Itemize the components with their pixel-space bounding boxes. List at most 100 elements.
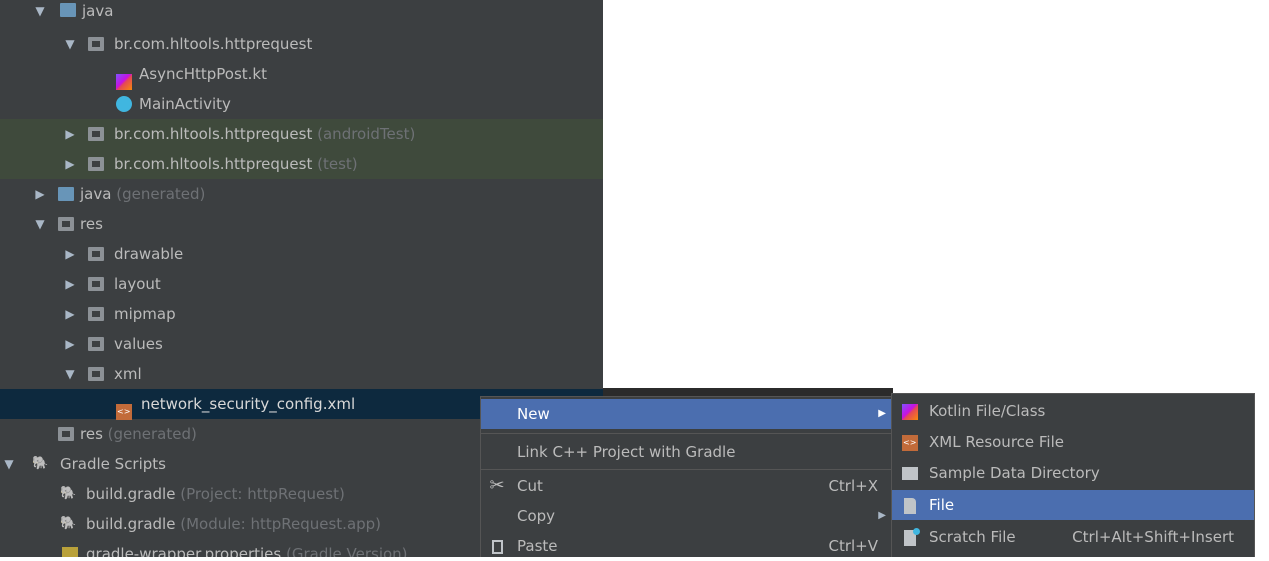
menu-item-new[interactable]: New ▶ xyxy=(481,399,892,429)
expand-arrow-icon[interactable]: ▼ xyxy=(33,209,47,239)
submenu-item-sample-data-dir[interactable]: Sample Data Directory xyxy=(892,458,1254,488)
expand-arrow-icon[interactable]: ▼ xyxy=(33,0,47,22)
tree-row-package[interactable]: ▼ br.com.hltools.httprequest xyxy=(0,29,603,59)
tree-row-drawable[interactable]: ▶ drawable xyxy=(0,239,603,269)
tree-item-hint: (Gradle Version) xyxy=(286,545,408,557)
generated-folder-icon xyxy=(58,187,74,201)
folder-icon xyxy=(88,337,104,351)
xml-file-icon xyxy=(116,396,132,427)
expand-arrow-icon[interactable]: ▶ xyxy=(33,179,47,209)
tree-item-hint: (androidTest) xyxy=(317,125,416,143)
menu-separator xyxy=(481,433,892,434)
folder-icon xyxy=(88,307,104,321)
menu-item-label: XML Resource File xyxy=(929,433,1064,451)
gradle-icon: 🐘 xyxy=(32,456,49,471)
menu-item-label: New xyxy=(517,405,550,423)
tree-item-hint: (generated) xyxy=(116,185,206,203)
tree-row-java[interactable]: ▼ java xyxy=(0,0,603,22)
tree-item-label: br.com.hltools.httprequest xyxy=(114,125,313,143)
tree-item-label: res xyxy=(80,215,103,233)
context-menu: New ▶ Link C++ Project with Gradle ✂ Cut… xyxy=(480,396,893,557)
menu-item-link-cpp[interactable]: Link C++ Project with Gradle xyxy=(481,437,892,467)
menu-item-shortcut: Ctrl+Alt+Shift+Insert xyxy=(1072,528,1234,546)
tree-item-label: java xyxy=(82,2,114,20)
submenu-item-file[interactable]: File xyxy=(892,490,1254,520)
submenu-item-xml-resource[interactable]: XML Resource File xyxy=(892,427,1254,458)
properties-file-icon xyxy=(62,547,78,557)
editor-strip xyxy=(603,388,893,396)
gradle-icon: 🐘 xyxy=(60,516,77,531)
file-icon xyxy=(900,490,920,520)
menu-item-label: Kotlin File/Class xyxy=(929,402,1046,420)
expand-arrow-icon[interactable]: ▶ xyxy=(63,119,77,149)
tree-item-label: java xyxy=(80,185,112,203)
package-folder-icon xyxy=(88,127,104,141)
tree-row-file[interactable]: MainActivity xyxy=(0,89,603,119)
expand-arrow-icon[interactable]: ▶ xyxy=(63,239,77,269)
tree-item-label: build.gradle xyxy=(86,515,176,533)
tree-row-file[interactable]: AsyncHttpPost.kt xyxy=(0,59,603,90)
menu-separator xyxy=(481,469,892,470)
res-folder-icon xyxy=(58,217,74,231)
tree-item-label: res xyxy=(80,425,103,443)
folder-icon xyxy=(88,247,104,261)
menu-item-label: Sample Data Directory xyxy=(929,464,1100,482)
menu-item-label: Copy xyxy=(517,507,556,525)
menu-item-label: Cut xyxy=(517,477,543,495)
submenu-arrow-icon: ▶ xyxy=(878,408,886,419)
tree-row-package-androidtest[interactable]: ▶ br.com.hltools.httprequest (androidTes… xyxy=(0,119,603,149)
menu-item-copy[interactable]: Copy ▶ xyxy=(481,501,892,531)
tree-item-label: xml xyxy=(114,365,142,383)
tree-row-java-generated[interactable]: ▶ java (generated) xyxy=(0,179,603,209)
tree-item-label: layout xyxy=(114,275,161,293)
expand-arrow-icon[interactable]: ▼ xyxy=(2,449,16,479)
xml-file-icon xyxy=(900,427,920,458)
tree-item-label: Gradle Scripts xyxy=(60,455,166,473)
tree-row-res[interactable]: ▼ res xyxy=(0,209,603,239)
submenu-item-scratch-file[interactable]: Scratch File Ctrl+Alt+Shift+Insert xyxy=(892,522,1254,552)
menu-item-label: Link C++ Project with Gradle xyxy=(517,443,736,461)
expand-arrow-icon[interactable]: ▶ xyxy=(63,269,77,299)
package-folder-icon xyxy=(88,157,104,171)
folder-blue-icon xyxy=(60,3,76,17)
tree-item-label: MainActivity xyxy=(139,95,231,113)
menu-item-label: File xyxy=(929,496,955,514)
new-submenu: Kotlin File/Class XML Resource File Samp… xyxy=(891,393,1255,557)
folder-icon xyxy=(88,367,104,381)
tree-row-xml[interactable]: ▼ xml xyxy=(0,359,603,389)
tree-row-package-test[interactable]: ▶ br.com.hltools.httprequest (test) xyxy=(0,149,603,179)
package-folder-icon xyxy=(88,37,104,51)
tree-item-label: AsyncHttpPost.kt xyxy=(139,65,267,83)
tree-item-hint: (generated) xyxy=(107,425,197,443)
expand-arrow-icon[interactable]: ▶ xyxy=(63,329,77,359)
tree-item-label: mipmap xyxy=(114,305,176,323)
tree-item-hint: (test) xyxy=(317,155,358,173)
folder-icon xyxy=(88,277,104,291)
menu-item-label: Scratch File xyxy=(929,528,1016,546)
gradle-icon: 🐘 xyxy=(60,486,77,501)
kotlin-class-icon xyxy=(116,96,132,112)
tree-item-label: br.com.hltools.httprequest xyxy=(114,35,313,53)
tree-item-hint: (Module: httpRequest.app) xyxy=(180,515,382,533)
tree-item-label: values xyxy=(114,335,163,353)
expand-arrow-icon[interactable]: ▼ xyxy=(63,359,77,389)
tree-item-label: drawable xyxy=(114,245,184,263)
tree-item-label: gradle-wrapper.properties xyxy=(86,545,282,557)
kotlin-file-icon xyxy=(116,66,132,90)
tree-item-label: network_security_config.xml xyxy=(141,395,356,413)
menu-item-cut[interactable]: ✂ Cut Ctrl+X xyxy=(481,471,892,501)
submenu-item-kotlin-file[interactable]: Kotlin File/Class xyxy=(892,396,1254,426)
tree-row-values[interactable]: ▶ values xyxy=(0,329,603,359)
menu-item-shortcut: Ctrl+X xyxy=(828,477,878,495)
expand-arrow-icon[interactable]: ▶ xyxy=(63,299,77,329)
tree-item-label: build.gradle xyxy=(86,485,176,503)
tree-row-layout[interactable]: ▶ layout xyxy=(0,269,603,299)
scissors-icon: ✂ xyxy=(489,475,505,496)
tree-row-mipmap[interactable]: ▶ mipmap xyxy=(0,299,603,329)
tree-item-hint: (Project: httpRequest) xyxy=(180,485,345,503)
expand-arrow-icon[interactable]: ▼ xyxy=(63,29,77,59)
tree-item-label: br.com.hltools.httprequest xyxy=(114,155,313,173)
kotlin-file-icon xyxy=(900,396,920,426)
folder-icon xyxy=(900,458,920,488)
expand-arrow-icon[interactable]: ▶ xyxy=(63,149,77,179)
